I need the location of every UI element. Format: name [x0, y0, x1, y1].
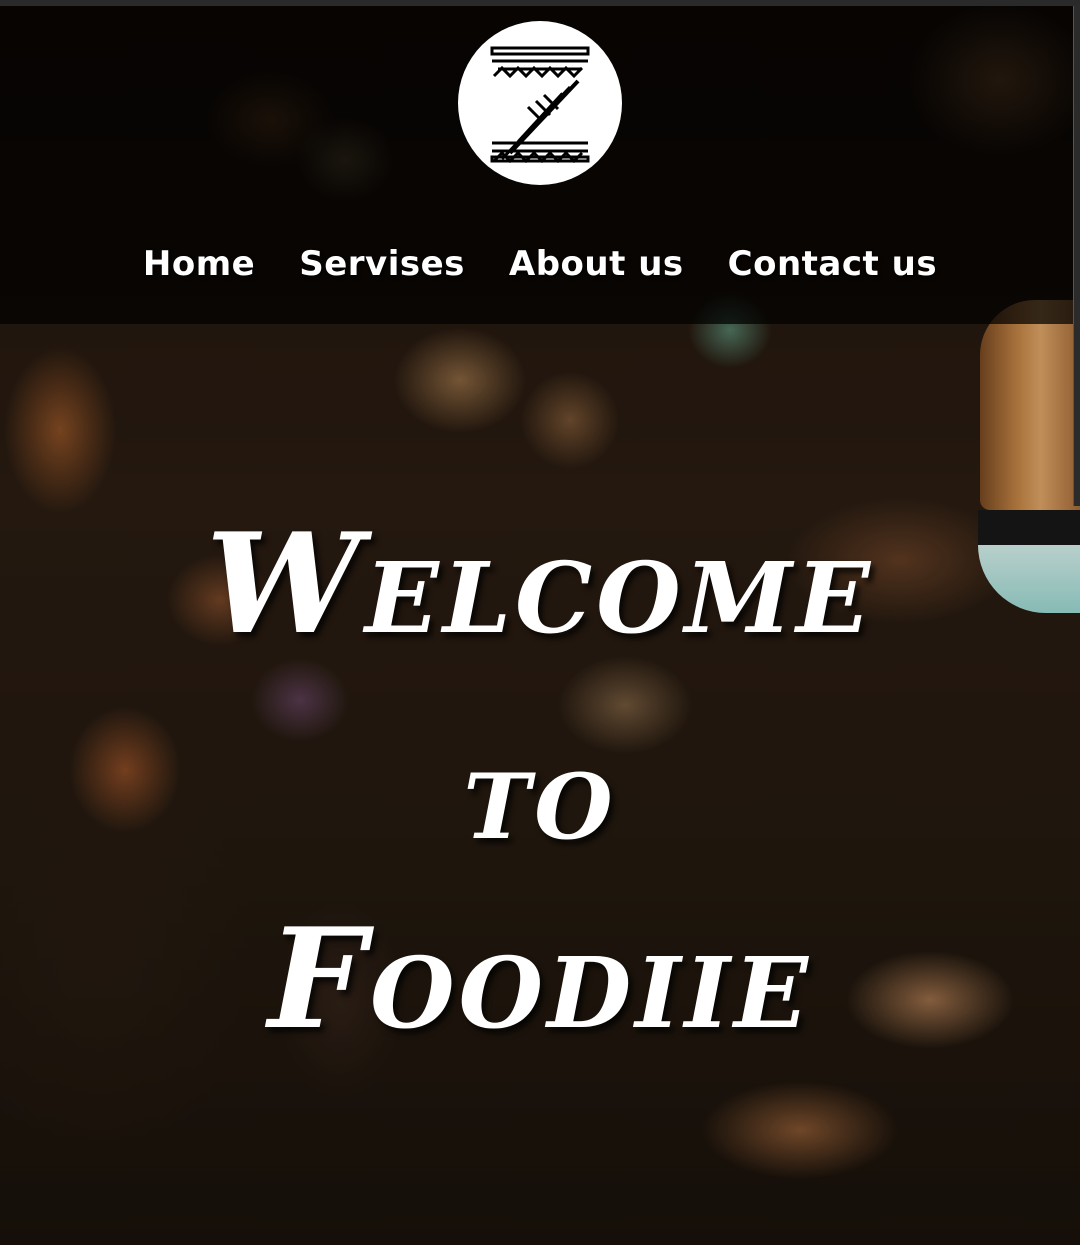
hero-title-line-1: Welcome: [205, 502, 875, 665]
hero-title-line-3: Foodiie: [268, 897, 812, 1060]
site-logo[interactable]: [458, 21, 622, 185]
nav-services-link[interactable]: Servises: [297, 238, 467, 290]
site-header: Home Servises About us Contact us: [0, 6, 1080, 324]
top-divider: [0, 0, 1080, 6]
hero-title-line-2: to: [463, 719, 617, 869]
page: Home Servises About us Contact us Welcom…: [0, 0, 1080, 1245]
nav-home-link[interactable]: Home: [141, 238, 257, 290]
nav-contact-link[interactable]: Contact us: [726, 238, 939, 290]
foodiie-z-logo-icon: [490, 46, 590, 164]
main-nav: Home Servises About us Contact us: [0, 238, 1080, 290]
nav-about-link[interactable]: About us: [507, 238, 686, 290]
scrollbar[interactable]: [1073, 6, 1080, 506]
